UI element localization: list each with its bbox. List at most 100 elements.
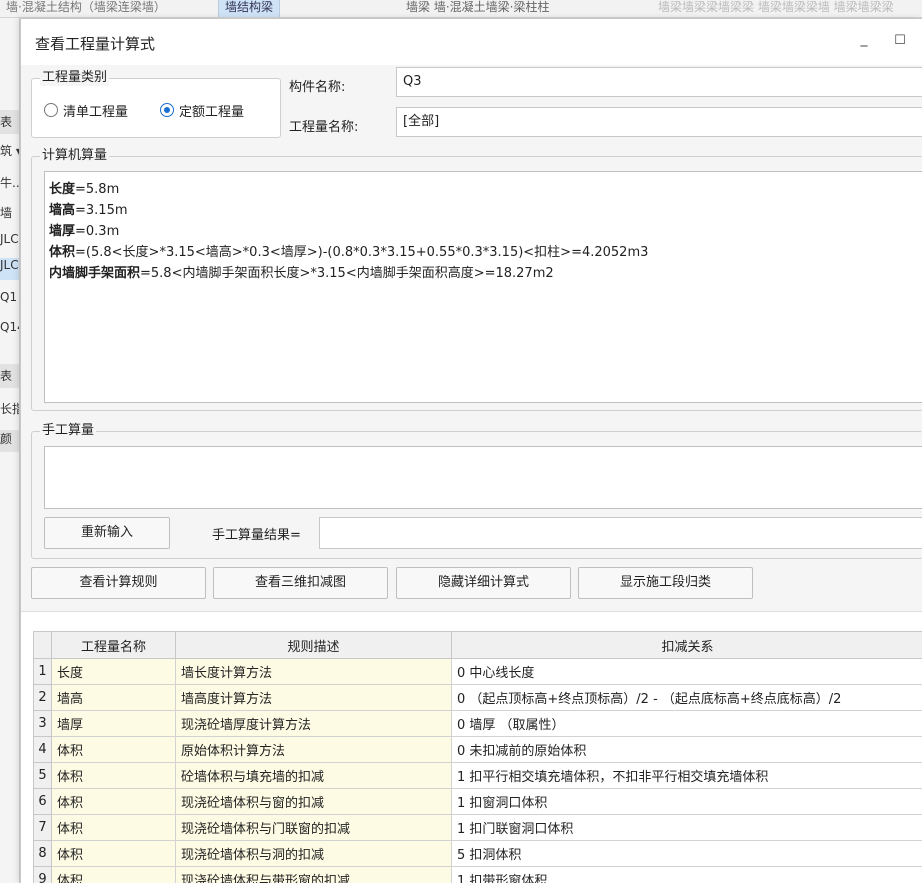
calc-expr: =(5.8<长度>*3.15<墙高>*0.3<墙厚>)-(0.8*0.3*3.1…	[75, 245, 649, 260]
calc-expr: =5.8m	[75, 182, 120, 197]
row-index: 3	[33, 710, 52, 737]
background-sidebar-item[interactable]: Q1	[0, 290, 19, 304]
table-row[interactable]: 7 体积 现浇砼墙体积与门联窗的扣减 1 扣门联窗洞口体积	[33, 814, 922, 841]
table-row[interactable]: 6 体积 现浇砼墙体积与窗的扣减 1 扣窗洞口体积	[33, 788, 922, 815]
dialog-title-bar[interactable]: 查看工程量计算式 _ ☐	[21, 19, 922, 65]
cell-deduction[interactable]: 1 扣门联窗洞口体积	[451, 814, 922, 841]
table-row[interactable]: 1 长度 墙长度计算方法 0 中心线长度	[33, 658, 922, 685]
cell-quantity-name[interactable]: 墙厚	[51, 710, 176, 737]
background-sidebar: 表 筑 ▾ 牛... 墙 JLC JLC Q1 Q14 表 长指 颜	[0, 18, 20, 883]
background-sidebar-item[interactable]: 墙	[0, 204, 19, 221]
maximize-icon[interactable]: ☐	[891, 33, 909, 53]
calc-line: 长度=5.8m	[49, 179, 918, 200]
quantity-name-label: 工程量名称:	[289, 120, 359, 135]
background-sidebar-item[interactable]: 筑 ▾	[0, 142, 19, 159]
cell-rule-desc[interactable]: 现浇砼墙体积与窗的扣减	[175, 788, 452, 815]
background-sidebar-item-selected[interactable]: JLC	[0, 258, 19, 280]
row-index: 8	[33, 840, 52, 867]
radio-unchecked-icon[interactable]	[44, 103, 58, 117]
cell-rule-desc[interactable]: 现浇砼墙体积与洞的扣减	[175, 840, 452, 867]
row-index: 6	[33, 788, 52, 815]
cell-deduction[interactable]: 0 墙厚 （取属性）	[451, 710, 922, 737]
computer-calc-textarea[interactable]: 长度=5.8m 墙高=3.15m 墙厚=0.3m 体积=(5.8<长度>*3.1…	[44, 171, 922, 403]
column-header-rule-desc[interactable]: 规则描述	[175, 631, 452, 659]
manual-calc-legend: 手工算量	[40, 423, 97, 439]
cell-quantity-name[interactable]: 体积	[51, 788, 176, 815]
cell-rule-desc[interactable]: 原始体积计算方法	[175, 736, 452, 763]
calc-key: 墙高	[49, 203, 76, 218]
calc-line: 墙高=3.15m	[49, 200, 918, 221]
calc-key: 体积	[49, 245, 76, 260]
cell-rule-desc[interactable]: 墙长度计算方法	[175, 658, 452, 685]
cell-deduction[interactable]: 1 扣窗洞口体积	[451, 788, 922, 815]
cell-quantity-name[interactable]: 体积	[51, 814, 176, 841]
quantity-type-group: 工程量类别 清单工程量 定额工程量	[31, 70, 281, 138]
show-section-category-button[interactable]: 显示施工段归类	[578, 567, 753, 599]
computer-calc-legend: 计算机算量	[40, 148, 110, 164]
background-sidebar-item[interactable]: Q14	[0, 320, 19, 334]
background-sidebar-item: 表	[0, 110, 19, 134]
background-tab[interactable]: 墙·混凝土结构（墙梁连梁墙）	[0, 0, 172, 17]
radio-checked-icon[interactable]	[160, 103, 174, 117]
table-row[interactable]: 8 体积 现浇砼墙体积与洞的扣减 5 扣洞体积	[33, 840, 922, 867]
calc-key: 墙厚	[49, 224, 76, 239]
column-header-quantity-name[interactable]: 工程量名称	[51, 631, 176, 659]
cell-rule-desc[interactable]: 墙高度计算方法	[175, 684, 452, 711]
row-index: 9	[33, 866, 52, 883]
calc-key: 长度	[49, 182, 76, 197]
cell-deduction[interactable]: 5 扣洞体积	[451, 840, 922, 867]
view-3d-deduction-button[interactable]: 查看三维扣减图	[213, 567, 388, 599]
hide-detail-formula-button[interactable]: 隐藏详细计算式	[396, 567, 571, 599]
background-tab-active[interactable]: 墙结构梁	[218, 0, 281, 17]
cell-rule-desc[interactable]: 现浇砼墙体积与门联窗的扣减	[175, 814, 452, 841]
calc-line: 内墙脚手架面积=5.8<内墙脚手架面积长度>*3.15<内墙脚手架面积高度>=1…	[49, 263, 918, 284]
row-index: 5	[33, 762, 52, 789]
table-row[interactable]: 3 墙厚 现浇砼墙厚度计算方法 0 墙厚 （取属性）	[33, 710, 922, 737]
manual-result-field[interactable]	[319, 517, 922, 549]
calculation-formula-dialog: 查看工程量计算式 _ ☐ 工程量类别 清单工程量 定额工程量 构件名称: Q3 …	[20, 18, 922, 883]
background-sidebar-item: 表	[0, 364, 19, 388]
cell-deduction[interactable]: 1 扣带形窗体积	[451, 866, 922, 883]
component-name-field[interactable]: Q3	[396, 67, 922, 97]
calc-expr: =3.15m	[75, 203, 128, 218]
background-tab-strip: 墙·混凝土结构（墙梁连梁墙） 墙结构梁 墙梁 墙·混凝土墙梁·梁柱柱 墙梁墙梁梁…	[0, 0, 922, 18]
cell-quantity-name[interactable]: 体积	[51, 762, 176, 789]
cell-quantity-name[interactable]: 墙高	[51, 684, 176, 711]
calc-expr: =5.8<内墙脚手架面积长度>*3.15<内墙脚手架面积高度>=18.27m2	[140, 266, 554, 281]
cell-deduction[interactable]: 0 未扣减前的原始体积	[451, 736, 922, 763]
background-sidebar-item: 长指	[0, 402, 19, 416]
calc-rules-table: 工程量名称 规则描述 扣减关系 1 长度 墙长度计算方法 0 中心线长度 2 墙…	[33, 631, 922, 883]
quantity-name-select[interactable]: [全部]	[396, 107, 922, 137]
component-name-label: 构件名称:	[289, 80, 346, 95]
minimize-icon[interactable]: _	[855, 31, 873, 51]
background-tab[interactable]: 墙梁 墙·混凝土墙梁·梁柱柱	[400, 0, 555, 17]
background-tab[interactable]: 墙梁墙梁梁墙梁梁 墙梁墙梁梁墙 墙梁墙梁梁	[652, 0, 900, 17]
cell-quantity-name[interactable]: 体积	[51, 736, 176, 763]
cell-deduction[interactable]: 1 扣平行相交填充墙体积，不扣非平行相交填充墙体积	[451, 762, 922, 789]
cell-rule-desc[interactable]: 砼墙体积与填充墙的扣减	[175, 762, 452, 789]
radio-list-quantity[interactable]: 清单工程量	[44, 101, 128, 120]
cell-rule-desc[interactable]: 现浇砼墙厚度计算方法	[175, 710, 452, 737]
calc-expr: =0.3m	[75, 224, 120, 239]
background-sidebar-item[interactable]: 牛...	[0, 174, 19, 191]
row-index: 2	[33, 684, 52, 711]
view-calc-rules-button[interactable]: 查看计算规则	[31, 567, 206, 599]
cell-quantity-name[interactable]: 长度	[51, 658, 176, 685]
table-row[interactable]: 9 体积 现浇砼墙体积与带形窗的扣减 1 扣带形窗体积	[33, 866, 922, 883]
radio-quota-quantity[interactable]: 定额工程量	[160, 101, 244, 120]
cell-quantity-name[interactable]: 体积	[51, 840, 176, 867]
cell-deduction[interactable]: 0 （起点顶标高+终点顶标高）/2 - （起点底标高+终点底标高）/2	[451, 684, 922, 711]
table-row[interactable]: 2 墙高 墙高度计算方法 0 （起点顶标高+终点顶标高）/2 - （起点底标高+…	[33, 684, 922, 711]
table-row[interactable]: 4 体积 原始体积计算方法 0 未扣减前的原始体积	[33, 736, 922, 763]
column-header-index	[33, 631, 52, 659]
cell-rule-desc[interactable]: 现浇砼墙体积与带形窗的扣减	[175, 866, 452, 883]
background-sidebar-item[interactable]: JLC	[0, 232, 19, 246]
cell-quantity-name[interactable]: 体积	[51, 866, 176, 883]
manual-calc-textarea[interactable]	[44, 446, 922, 509]
column-header-deduction[interactable]: 扣减关系	[451, 631, 922, 659]
calc-line: 墙厚=0.3m	[49, 221, 918, 242]
reinput-button[interactable]: 重新输入	[44, 517, 170, 549]
calc-line: 体积=(5.8<长度>*3.15<墙高>*0.3<墙厚>)-(0.8*0.3*3…	[49, 242, 918, 263]
cell-deduction[interactable]: 0 中心线长度	[451, 658, 922, 685]
table-row[interactable]: 5 体积 砼墙体积与填充墙的扣减 1 扣平行相交填充墙体积，不扣非平行相交填充墙…	[33, 762, 922, 789]
